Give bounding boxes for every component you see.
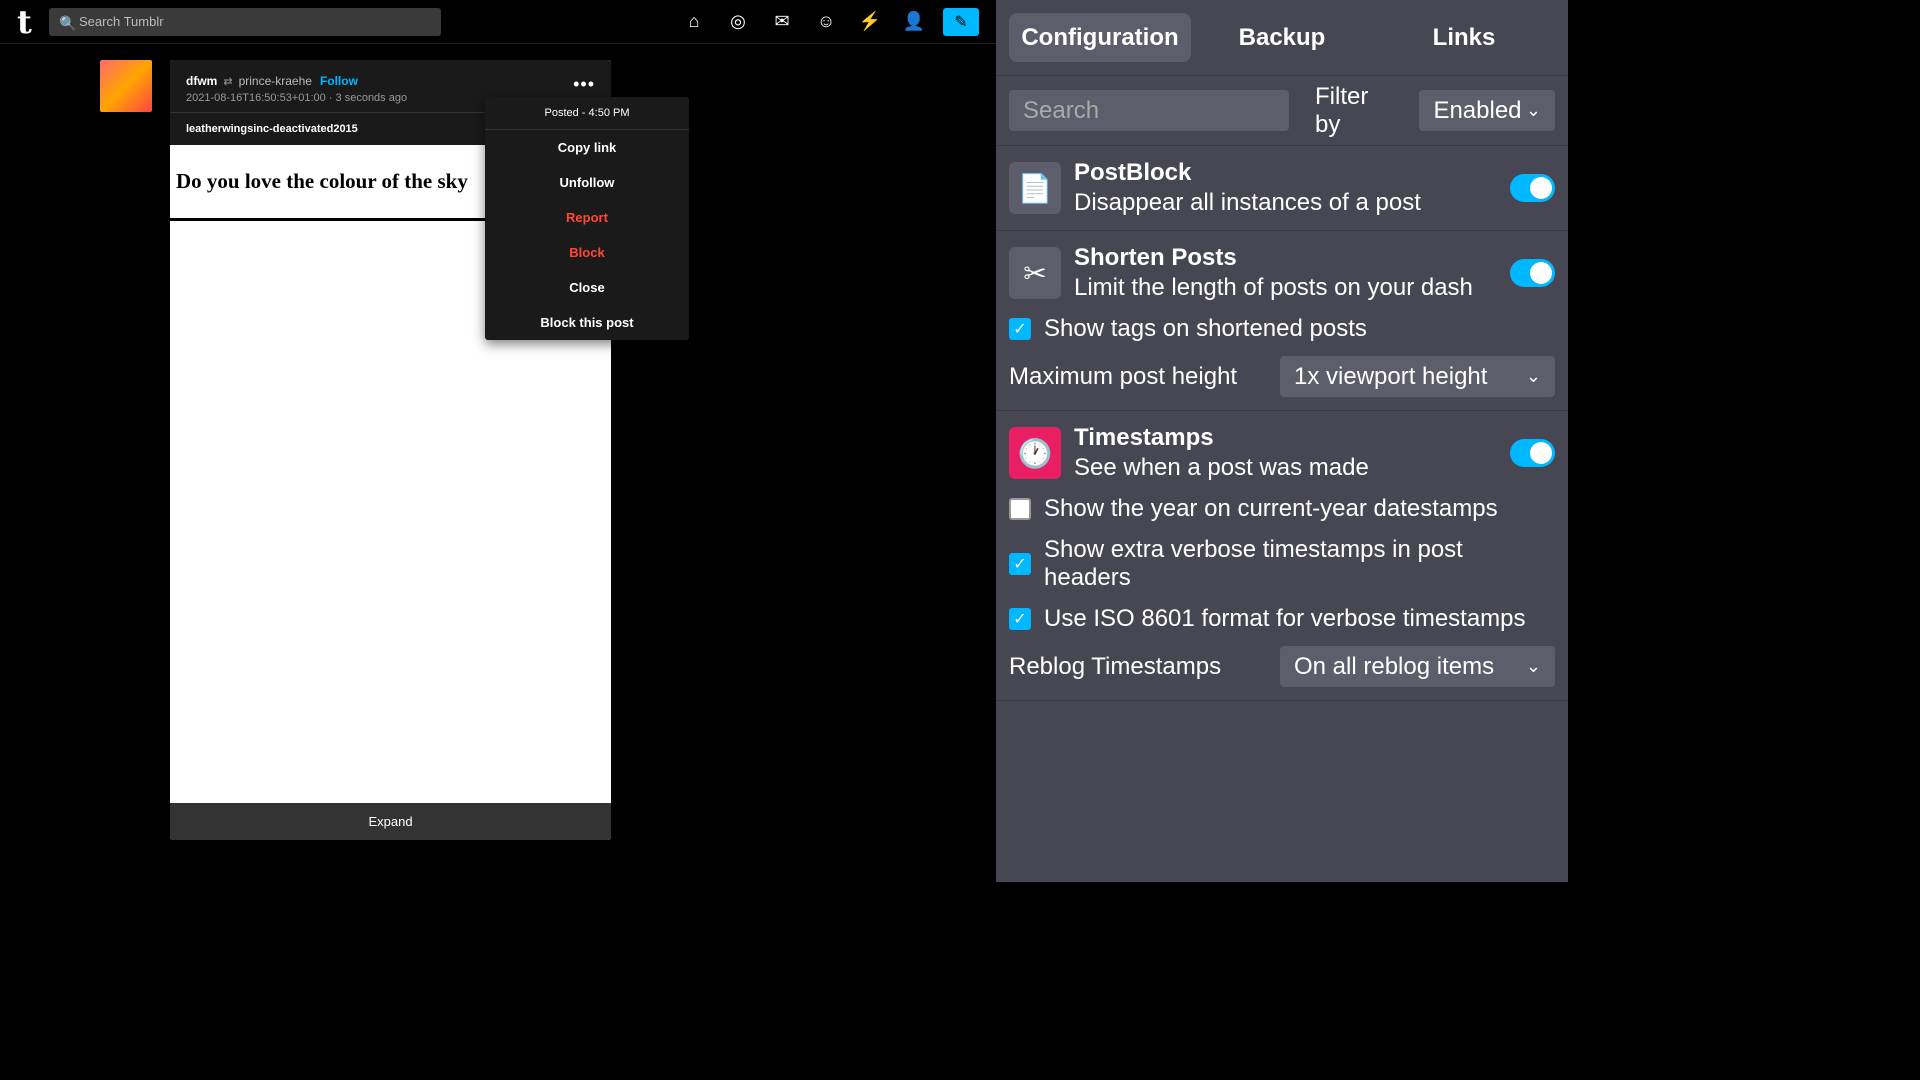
- checkbox-row: Show the year on current-year datestamps: [1009, 495, 1555, 523]
- tab-links[interactable]: Links: [1373, 13, 1555, 62]
- more-options-icon[interactable]: •••: [573, 74, 595, 95]
- reblog-timestamps-select[interactable]: On all reblog items ⌄: [1280, 646, 1555, 687]
- explore-icon[interactable]: ◎: [729, 11, 747, 31]
- tumblr-main: t 🔍 ⌂ ◎ ✉ ☺ ⚡ 👤 ✎ dfwm ⇄ prince-kraehe F…: [0, 0, 996, 882]
- timestamps-toggle[interactable]: [1510, 439, 1555, 467]
- follow-link[interactable]: Follow: [320, 74, 358, 88]
- feature-header: 🕐 Timestamps See when a post was made: [1009, 424, 1555, 482]
- menu-item-report[interactable]: Report: [485, 200, 689, 235]
- feature-description: Disappear all instances of a post: [1074, 189, 1421, 216]
- tumblr-header: t 🔍 ⌂ ◎ ✉ ☺ ⚡ 👤 ✎: [0, 0, 996, 44]
- filter-bar: Filter by Enabled ⌄: [996, 76, 1568, 146]
- feature-description: See when a post was made: [1074, 454, 1369, 481]
- feature-shorten-posts: ✂ Shorten Posts Limit the length of post…: [996, 231, 1568, 411]
- chevron-down-icon: ⌄: [1525, 366, 1541, 386]
- context-menu: Posted - 4:50 PM Copy link Unfollow Repo…: [485, 97, 689, 340]
- reblogged-from[interactable]: prince-kraehe: [239, 74, 312, 88]
- checkbox-row: ✓ Show extra verbose timestamps in post …: [1009, 536, 1555, 592]
- feature-options: Show the year on current-year datestamps…: [1009, 482, 1555, 687]
- feature-info: PostBlock Disappear all instances of a p…: [1074, 159, 1497, 217]
- checkbox-label: Use ISO 8601 format for verbose timestam…: [1044, 605, 1526, 632]
- feature-header: 📄 PostBlock Disappear all instances of a…: [1009, 159, 1555, 217]
- username[interactable]: dfwm: [186, 74, 217, 88]
- select-row: Maximum post height 1x viewport height ⌄: [1009, 356, 1555, 397]
- search-box[interactable]: 🔍: [49, 7, 441, 36]
- feature-options: ✓ Show tags on shortened posts Maximum p…: [1009, 302, 1555, 397]
- checkbox-label: Show tags on shortened posts: [1044, 315, 1367, 342]
- max-height-select[interactable]: 1x viewport height ⌄: [1280, 356, 1555, 397]
- menu-item-close[interactable]: Close: [485, 270, 689, 305]
- checkbox-label: Show the year on current-year datestamps: [1044, 495, 1498, 522]
- avatar[interactable]: [100, 60, 152, 112]
- toggle-knob: [1530, 442, 1552, 464]
- filter-label: Filter by: [1315, 82, 1369, 138]
- feature-title: PostBlock: [1074, 159, 1192, 186]
- show-tags-checkbox[interactable]: ✓: [1009, 318, 1031, 340]
- select-label: Maximum post height: [1009, 362, 1238, 390]
- postblock-icon: 📄: [1009, 162, 1061, 214]
- tumblr-logo[interactable]: t: [17, 3, 35, 41]
- home-icon[interactable]: ⌂: [685, 11, 703, 31]
- feature-info: Timestamps See when a post was made: [1074, 424, 1497, 482]
- menu-item-copy-link[interactable]: Copy link: [485, 130, 689, 165]
- feature-description: Limit the length of posts on your dash: [1074, 274, 1473, 301]
- feature-timestamps: 🕐 Timestamps See when a post was made Sh…: [996, 411, 1568, 701]
- shorten-posts-toggle[interactable]: [1510, 259, 1555, 287]
- compose-button[interactable]: ✎: [943, 7, 979, 36]
- inbox-icon[interactable]: ✉: [773, 11, 791, 31]
- select-row: Reblog Timestamps On all reblog items ⌄: [1009, 646, 1555, 687]
- select-value: 1x viewport height: [1294, 362, 1488, 390]
- extension-panel: Configuration Backup Links Filter by Ena…: [996, 0, 1568, 882]
- activity-icon[interactable]: ⚡: [859, 11, 881, 31]
- search-icon: 🔍: [59, 14, 77, 31]
- menu-item-block[interactable]: Block: [485, 235, 689, 270]
- panel-search-input[interactable]: [1009, 90, 1289, 131]
- checkbox-row: ✓ Use ISO 8601 format for verbose timest…: [1009, 605, 1555, 633]
- menu-header: Posted - 4:50 PM: [485, 97, 689, 130]
- select-value: On all reblog items: [1294, 652, 1495, 680]
- verbose-timestamps-checkbox[interactable]: ✓: [1009, 553, 1031, 575]
- expand-button[interactable]: Expand: [170, 803, 611, 840]
- post-user-line: dfwm ⇄ prince-kraehe Follow: [186, 74, 595, 88]
- toggle-knob: [1530, 177, 1552, 199]
- select-label: Reblog Timestamps: [1009, 652, 1222, 680]
- tab-backup[interactable]: Backup: [1191, 13, 1373, 62]
- search-input[interactable]: [79, 14, 431, 29]
- feature-postblock: 📄 PostBlock Disappear all instances of a…: [996, 146, 1568, 231]
- show-year-checkbox[interactable]: [1009, 498, 1031, 520]
- checkbox-label: Show extra verbose timestamps in post he…: [1044, 536, 1463, 591]
- filter-select[interactable]: Enabled ⌄: [1419, 90, 1555, 131]
- feature-header: ✂ Shorten Posts Limit the length of post…: [1009, 244, 1555, 302]
- tab-configuration[interactable]: Configuration: [1009, 13, 1191, 62]
- iso-format-checkbox[interactable]: ✓: [1009, 608, 1031, 630]
- feature-title: Shorten Posts: [1074, 244, 1237, 271]
- filter-value: Enabled: [1433, 96, 1522, 124]
- feature-title: Timestamps: [1074, 424, 1214, 451]
- scissors-icon: ✂: [1009, 247, 1061, 299]
- nav-icons: ⌂ ◎ ✉ ☺ ⚡ 👤: [685, 11, 926, 31]
- feature-info: Shorten Posts Limit the length of posts …: [1074, 244, 1497, 302]
- chevron-down-icon: ⌄: [1525, 656, 1541, 676]
- postblock-toggle[interactable]: [1510, 174, 1555, 202]
- menu-item-block-post[interactable]: Block this post: [485, 305, 689, 340]
- clock-icon: 🕐: [1009, 427, 1061, 479]
- checkbox-row: ✓ Show tags on shortened posts: [1009, 315, 1555, 343]
- chevron-down-icon: ⌄: [1525, 100, 1541, 120]
- toggle-knob: [1530, 262, 1552, 284]
- menu-item-unfollow[interactable]: Unfollow: [485, 165, 689, 200]
- emoji-icon[interactable]: ☺: [817, 11, 835, 31]
- panel-tabs: Configuration Backup Links: [996, 0, 1568, 76]
- reblog-icon: ⇄: [223, 75, 233, 88]
- account-icon[interactable]: 👤: [903, 11, 925, 31]
